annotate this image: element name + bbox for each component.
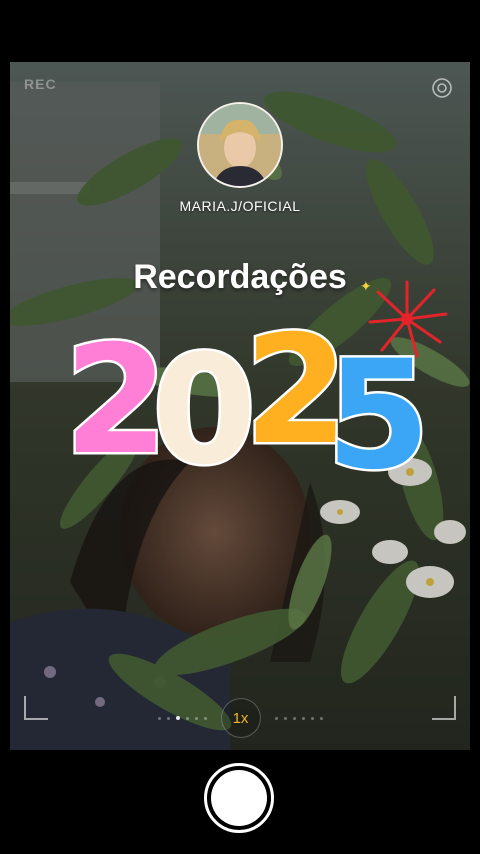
- zoom-tick: [319, 716, 323, 720]
- memories-title: Recordações: [133, 258, 347, 296]
- zoom-tick: [166, 716, 170, 720]
- settings-button[interactable]: [428, 74, 456, 102]
- zoom-tick: [175, 716, 180, 720]
- zoom-tick: [301, 716, 305, 720]
- profile-avatar[interactable]: [197, 102, 283, 188]
- zoom-control[interactable]: 1x: [10, 698, 470, 738]
- year-2025-sticker: 2 0 2 5: [64, 312, 433, 482]
- camera-viewfinder[interactable]: REC MARIA.J/OFICIAL Recordações ✦ 2 0 2 …: [10, 62, 470, 750]
- zoom-tick: [283, 716, 287, 720]
- zoom-tick: [185, 716, 189, 720]
- year-digit-2: 0: [152, 324, 256, 482]
- zoom-tick: [274, 716, 278, 720]
- zoom-tick: [203, 716, 207, 720]
- recording-label: REC: [24, 76, 57, 92]
- username-label: MARIA.J/OFICIAL: [179, 198, 301, 214]
- zoom-tick: [292, 716, 296, 720]
- shutter-button[interactable]: [204, 763, 274, 833]
- zoom-tick: [194, 716, 198, 720]
- zoom-tick: [157, 716, 161, 720]
- year-digit-4: 5: [326, 329, 430, 482]
- zoom-level-button[interactable]: 1x: [220, 698, 261, 738]
- avatar-photo: [199, 104, 281, 186]
- shutter-icon: [211, 770, 267, 826]
- zoom-tick: [310, 716, 314, 720]
- settings-icon: [432, 78, 452, 98]
